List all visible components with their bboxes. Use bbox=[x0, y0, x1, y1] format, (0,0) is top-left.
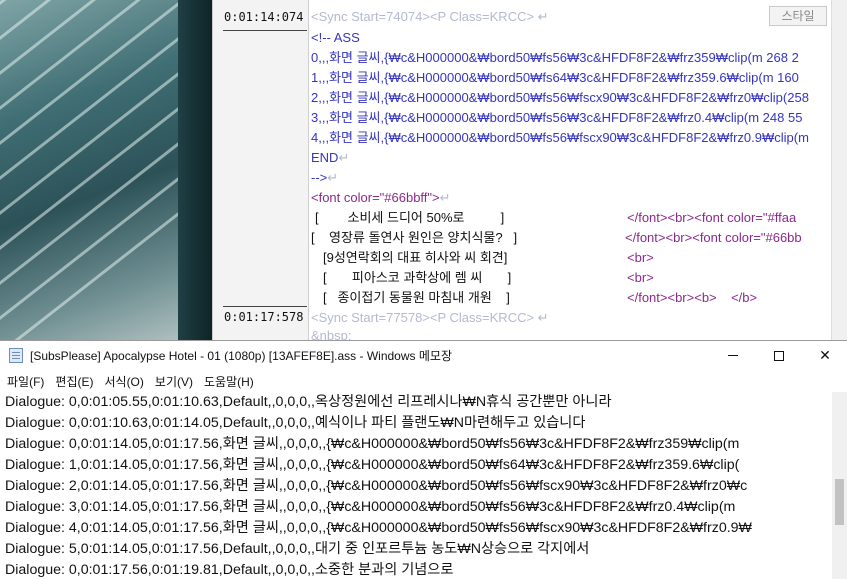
dialogue-line: Dialogue: 5,0:01:14.05,0:01:17.56,Defaul… bbox=[5, 541, 590, 557]
menu-bar: 파일(F) 편집(E) 서식(O) 보기(V) 도움말(H) bbox=[0, 370, 847, 392]
editor-scrollbar[interactable] bbox=[831, 0, 847, 340]
dialogue-line: Dialogue: 0,0:01:10.63,0:01:14.05,Defaul… bbox=[5, 415, 586, 431]
notepad-window: [SubsPlease] Apocalypse Hotel - 01 (1080… bbox=[0, 340, 847, 579]
close-icon: ✕ bbox=[819, 347, 831, 364]
editor-line: <Sync Start=77578><P Class=KRCC> ↵ bbox=[311, 310, 549, 325]
dialogue-line: Dialogue: 0,0:01:05.55,0:01:10.63,Defaul… bbox=[5, 394, 612, 410]
menu-edit[interactable]: 편집(E) bbox=[48, 370, 97, 392]
timestamp-column: 0:01:14:074 0:01:17:578 bbox=[212, 0, 308, 340]
dialogue-line: Dialogue: 2,0:01:14.05,0:01:17.56,화면 글씨,… bbox=[5, 478, 748, 494]
dialogue-line: Dialogue: 3,0:01:14.05,0:01:17.56,화면 글씨,… bbox=[5, 499, 736, 515]
tag-fragment: <br> bbox=[627, 270, 654, 285]
editor-line: -->↵ bbox=[311, 170, 339, 185]
dialogue-line: Dialogue: 0,0:01:14.05,0:01:17.56,화면 글씨,… bbox=[5, 436, 740, 452]
editor-line: 1,,,화면 글씨,{₩c&H000000&₩bord50₩fs64₩3c&HF… bbox=[311, 70, 799, 85]
editor-line: 2,,,화면 글씨,{₩c&H000000&₩bord50₩fs56₩fscx9… bbox=[311, 90, 809, 105]
dialogue-line: Dialogue: 1,0:01:14.05,0:01:17.56,화면 글씨,… bbox=[5, 457, 740, 473]
headline-line: [ 소비세 드디어 50%로 ] bbox=[315, 210, 505, 225]
menu-help[interactable]: 도움말(H) bbox=[197, 370, 258, 392]
editor-line: <Sync Start=74074><P Class=KRCC> ↵ bbox=[311, 9, 549, 24]
editor-line: 0,,,화면 글씨,{₩c&H000000&₩bord50₩fs56₩3c&HF… bbox=[311, 50, 799, 65]
editor-line: 4,,,화면 글씨,{₩c&H000000&₩bord50₩fs56₩fscx9… bbox=[311, 130, 809, 145]
video-preview bbox=[0, 0, 212, 340]
tag-fragment: </font><br><font color="#66bb bbox=[625, 230, 802, 245]
headline-line: [ 피아스코 과학상에 렘 씨 ] bbox=[323, 270, 512, 285]
menu-view[interactable]: 보기(V) bbox=[148, 370, 197, 392]
editor-line: END↵ bbox=[311, 150, 350, 165]
text-area[interactable]: Dialogue: 0,0:01:05.55,0:01:10.63,Defaul… bbox=[0, 392, 832, 579]
tag-fragment: <br> bbox=[627, 250, 654, 265]
tag-fragment: </font><br><b> </b> bbox=[627, 290, 758, 305]
editor-line: 3,,,화면 글씨,{₩c&H000000&₩bord50₩fs56₩3c&HF… bbox=[311, 110, 803, 125]
headline-line: [ 종이접기 동물원 마침내 개원 ] bbox=[323, 290, 510, 305]
notepad-icon bbox=[9, 348, 23, 363]
sync-timestamp[interactable]: 0:01:17:578 bbox=[224, 310, 303, 324]
scrollbar-thumb[interactable] bbox=[835, 479, 844, 525]
editor-line: &nbsp; bbox=[311, 328, 352, 340]
subtitle-editor[interactable]: <Sync Start=74074><P Class=KRCC> ↵ <!-- … bbox=[308, 0, 831, 340]
minimize-icon bbox=[728, 355, 738, 356]
maximize-icon bbox=[774, 350, 784, 361]
editor-line: <font color="#66bbff">↵ bbox=[311, 190, 451, 205]
style-button[interactable]: 스타일 bbox=[769, 6, 827, 26]
menu-file[interactable]: 파일(F) bbox=[0, 370, 48, 392]
editor-line: <!-- ASS bbox=[311, 30, 360, 45]
dialogue-line: Dialogue: 0,0:01:17.56,0:01:19.81,Defaul… bbox=[5, 562, 454, 578]
headline-line: [ 영장류 돌연사 원인은 양치식물? ] bbox=[311, 230, 518, 245]
menu-format[interactable]: 서식(O) bbox=[97, 370, 147, 392]
headline-line: [9성연락회의 대표 히사와 씨 회견] bbox=[323, 250, 508, 265]
window-title: [SubsPlease] Apocalypse Hotel - 01 (1080… bbox=[30, 349, 452, 363]
maximize-button[interactable] bbox=[756, 341, 802, 370]
title-bar[interactable]: [SubsPlease] Apocalypse Hotel - 01 (1080… bbox=[0, 341, 847, 370]
sync-timestamp[interactable]: 0:01:14:074 bbox=[224, 10, 303, 24]
minimize-button[interactable] bbox=[710, 341, 756, 370]
close-button[interactable]: ✕ bbox=[802, 341, 847, 370]
dialogue-line: Dialogue: 4,0:01:14.05,0:01:17.56,화면 글씨,… bbox=[5, 520, 752, 536]
vertical-scrollbar[interactable] bbox=[832, 392, 847, 579]
tag-fragment: </font><br><font color="#ffaa bbox=[627, 210, 797, 225]
